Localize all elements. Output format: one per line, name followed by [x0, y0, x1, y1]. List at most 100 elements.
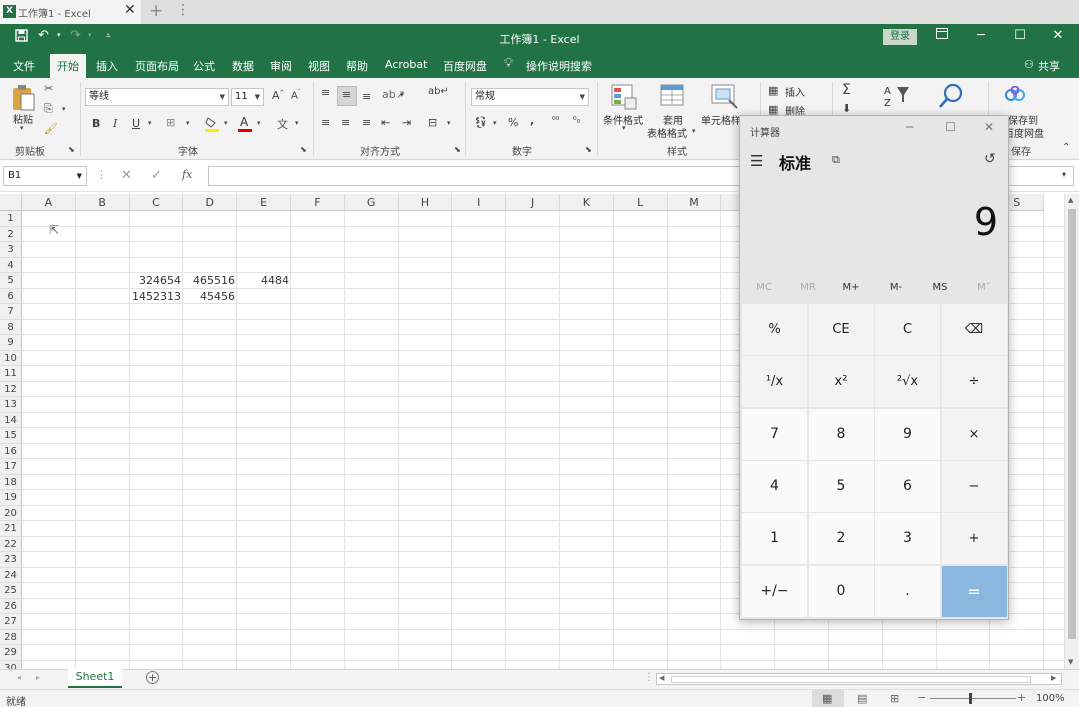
digit-2-key[interactable]: 2 — [808, 513, 874, 565]
row-header-22[interactable]: 22 — [0, 536, 22, 552]
normal-view-button[interactable]: ▦ — [812, 690, 844, 707]
row-header-4[interactable]: 4 — [0, 257, 22, 273]
insert-cells-icon[interactable]: ▦ — [768, 84, 778, 97]
column-header-F[interactable]: F — [291, 194, 345, 211]
digit-7-key[interactable]: 7 — [742, 408, 807, 460]
subtract-key[interactable]: − — [941, 460, 1007, 512]
cell-D5[interactable]: 465516 — [183, 273, 235, 288]
column-header-L[interactable]: L — [613, 194, 668, 211]
history-icon[interactable]: ↺ — [984, 151, 996, 167]
clear-key[interactable]: C — [875, 304, 940, 355]
row-header-3[interactable]: 3 — [0, 242, 22, 258]
insert-cells-label[interactable]: 插入 — [785, 84, 805, 99]
tab-view[interactable]: 视图 — [308, 58, 330, 74]
borders-icon[interactable]: ⊞ — [166, 116, 175, 129]
bold-icon[interactable]: B — [92, 117, 100, 130]
keep-on-top-icon[interactable]: ⧉ — [832, 153, 840, 167]
insert-function-icon[interactable]: fx — [182, 168, 192, 181]
digit-4-key[interactable]: 4 — [742, 460, 807, 512]
tab-review[interactable]: 审阅 — [270, 58, 292, 74]
find-select-icon[interactable] — [938, 82, 966, 113]
row-header-24[interactable]: 24 — [0, 567, 22, 583]
column-header-B[interactable]: B — [75, 194, 130, 211]
add-sheet-icon[interactable]: + — [146, 671, 159, 684]
column-header-G[interactable]: G — [344, 194, 399, 211]
digit-9-key[interactable]: 9 — [875, 408, 940, 460]
merge-center-icon[interactable]: ⊟ — [428, 116, 437, 129]
maximize-icon[interactable]: ☐ — [1010, 28, 1030, 43]
row-header-8[interactable]: 8 — [0, 319, 22, 335]
row-header-2[interactable]: 2 — [0, 226, 22, 242]
column-header-I[interactable]: I — [452, 194, 507, 211]
wrap-text-icon[interactable]: ab↵ — [428, 86, 449, 97]
font-size-combo[interactable]: 11 ▼ — [231, 88, 264, 106]
orientation-dropdown-icon[interactable]: ▾ — [400, 91, 404, 99]
digit-1-key[interactable]: 1 — [742, 513, 807, 565]
tab-formulas[interactable]: 公式 — [193, 58, 215, 74]
share-button[interactable]: 共享 — [1038, 58, 1060, 74]
sqrt-key[interactable]: ²√x — [875, 356, 940, 408]
column-header-K[interactable]: K — [560, 194, 614, 211]
cell-style-icon[interactable] — [711, 84, 739, 113]
align-center-icon[interactable]: ≡ — [341, 116, 350, 129]
mem-subtract[interactable]: M- — [874, 282, 918, 293]
calc-maximize-icon[interactable]: ☐ — [945, 120, 956, 134]
align-middle-button[interactable]: ≡ — [337, 86, 357, 106]
number-format-combo[interactable]: 常规 ▼ — [471, 88, 589, 106]
row-header-6[interactable]: 6 — [0, 288, 22, 304]
ribbon-display-icon[interactable] — [932, 28, 952, 43]
cell-D6[interactable]: 45456 — [183, 289, 235, 304]
digit-6-key[interactable]: 6 — [875, 460, 940, 512]
tab-help[interactable]: 帮助 — [346, 58, 368, 74]
tab-split-icon[interactable]: ⋮ — [644, 672, 654, 683]
row-header-20[interactable]: 20 — [0, 505, 22, 521]
row-header-13[interactable]: 13 — [0, 397, 22, 413]
equals-key[interactable]: = — [941, 565, 1007, 617]
mem-store[interactable]: MS — [918, 282, 962, 293]
select-all-corner[interactable] — [0, 194, 22, 211]
percent-icon[interactable]: % — [508, 116, 518, 129]
copy-icon[interactable]: ⎘ — [44, 102, 53, 116]
decrease-font-icon[interactable]: Aˇ — [291, 89, 301, 101]
prev-sheet-icon[interactable]: ◂ — [17, 673, 21, 682]
align-top-icon[interactable]: ≡ — [321, 86, 330, 99]
page-break-view-icon[interactable]: ⊞ — [890, 692, 899, 705]
mem-add[interactable]: M+ — [829, 282, 873, 293]
digit-5-key[interactable]: 5 — [808, 460, 874, 512]
font-color-dropdown-icon[interactable]: ▾ — [257, 119, 261, 127]
column-header-C[interactable]: C — [129, 194, 184, 211]
hscroll-thumb[interactable] — [671, 676, 1031, 683]
horizontal-scrollbar[interactable]: ◀ ▶ — [656, 673, 1062, 685]
name-box[interactable]: B1 ▼ — [3, 166, 87, 186]
clipboard-launcher-icon[interactable]: ⬊ — [68, 145, 75, 154]
tab-file[interactable]: 文件 — [13, 58, 35, 74]
fill-down-icon[interactable]: ⬇ — [842, 102, 851, 115]
backspace-key[interactable]: ⌫ — [941, 304, 1007, 355]
row-header-30[interactable]: 30 — [0, 660, 22, 669]
page-layout-view-icon[interactable]: ▤ — [857, 692, 867, 705]
increase-font-icon[interactable]: A^ — [272, 89, 285, 102]
column-header-E[interactable]: E — [237, 194, 291, 211]
add-key[interactable]: + — [941, 513, 1007, 565]
clear-entry-key[interactable]: CE — [808, 304, 874, 355]
table-format-label-2[interactable]: 表格格式 — [647, 125, 687, 140]
scroll-thumb[interactable] — [1068, 209, 1076, 639]
next-sheet-icon[interactable]: ▸ — [36, 673, 40, 682]
login-button[interactable]: 登录 — [883, 29, 917, 45]
increase-decimal-icon[interactable]: ⁰⁰ — [552, 116, 559, 126]
row-header-25[interactable]: 25 — [0, 583, 22, 599]
row-header-23[interactable]: 23 — [0, 552, 22, 568]
formula-options-icon[interactable]: ⋮ — [96, 168, 107, 181]
font-launcher-icon[interactable]: ⬊ — [300, 145, 307, 154]
accounting-dropdown-icon[interactable]: ▾ — [493, 119, 497, 127]
zoom-slider-thumb[interactable] — [969, 693, 972, 704]
row-header-5[interactable]: 5 — [0, 273, 22, 289]
format-painter-icon[interactable]: 🖌︎ — [44, 122, 58, 135]
column-header-A[interactable]: A — [22, 194, 76, 211]
zoom-out-icon[interactable]: − — [917, 691, 926, 704]
phonetic-dropdown-icon[interactable]: ▾ — [295, 119, 299, 127]
divide-key[interactable]: ÷ — [941, 356, 1007, 408]
decimal-key[interactable]: . — [875, 565, 940, 617]
column-header-J[interactable]: J — [506, 194, 560, 211]
comma-style-icon[interactable]: , — [530, 114, 534, 127]
